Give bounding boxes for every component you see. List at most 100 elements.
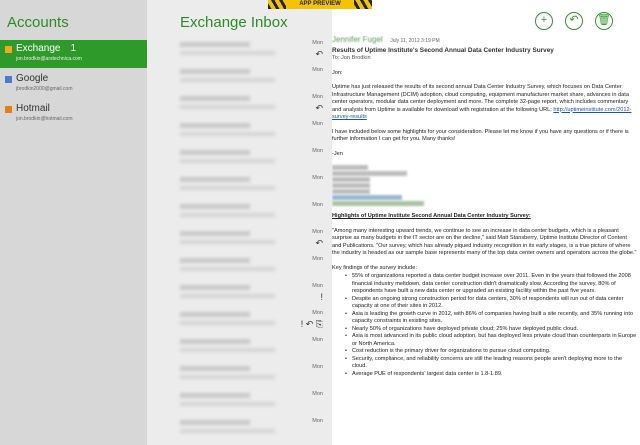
greeting: Jon: — [332, 69, 343, 76]
message-row[interactable]: Mon — [147, 389, 332, 417]
account-name: Google — [16, 73, 49, 84]
signature-block — [332, 165, 637, 206]
respond-icon: ↶ — [569, 14, 579, 26]
message-status-icon: ↶ — [315, 103, 323, 113]
new-icon: + — [540, 14, 548, 26]
highlights-title: Highlights of Uptime Institute Second An… — [332, 213, 531, 219]
message-sender-blurred — [180, 258, 250, 263]
message-status-icon: ! — [320, 292, 323, 302]
message-status-icon: ↶ — [315, 49, 323, 59]
message-row[interactable]: Mon ↶ — [147, 227, 332, 255]
message-row[interactable]: Mon ! ↶ ⎘ — [147, 308, 332, 336]
unread-count: 1 — [70, 43, 77, 54]
message-row[interactable]: Mon — [147, 362, 332, 390]
message-date: Mon — [312, 391, 323, 397]
findings-list: 55% of organizations reported a data cen… — [332, 273, 637, 378]
message-sender-blurred — [180, 150, 250, 155]
message-subject-blurred — [180, 267, 275, 271]
message-row[interactable]: Mon! — [147, 281, 332, 309]
message-list-pane: Exchange Inbox Mon ↶ Mon Mon ↶ Mon Mon Mon Mon Mo… — [147, 0, 332, 445]
list-item: Cost reduction is the primary driver for… — [332, 348, 637, 356]
message-date: Mon — [312, 310, 323, 316]
message-date: Mon — [312, 229, 323, 235]
message-row[interactable]: Mon ↶ — [147, 38, 332, 66]
message-status-icon: ↶ — [315, 238, 323, 248]
message-status-icon: ! ↶ ⎘ — [300, 319, 323, 329]
list-item: Security, compliance, and reliability co… — [332, 356, 637, 371]
email-subject: Results of Uptime Institute's Second Ann… — [332, 46, 554, 54]
message-row[interactable]: Mon ↶ — [147, 92, 332, 120]
account-exchange[interactable]: Exchange 1 jon.brodkin@arstechnica.com — [0, 40, 147, 68]
message-subject-blurred — [180, 402, 275, 406]
hotmail-icon — [5, 106, 12, 113]
message-row[interactable]: Mon — [147, 335, 332, 363]
list-item: Asia is most advanced in its public clou… — [332, 333, 637, 348]
message-subject-blurred — [180, 186, 275, 190]
message-subject-blurred — [180, 321, 275, 325]
message-date: Mon — [312, 202, 323, 208]
message-row[interactable]: Mon — [147, 146, 332, 174]
account-google[interactable]: Google jbrodkin2000@gmail.com — [0, 70, 147, 98]
message-row[interactable]: Mon — [147, 416, 332, 444]
list-item: Nearly 50% of organizations have deploye… — [332, 326, 637, 334]
message-date: Mon — [312, 283, 323, 289]
body-paragraph-1: Uptime has just released the results of … — [332, 84, 637, 122]
account-address: jbrodkin2000@gmail.com — [16, 86, 73, 92]
message-sender-blurred — [180, 366, 250, 371]
message-row[interactable]: Mon — [147, 254, 332, 282]
message-date: Mon — [312, 418, 323, 424]
list-item: 55% of organizations reported a data cen… — [332, 273, 637, 296]
account-name: Hotmail — [16, 103, 50, 114]
message-subject-blurred — [180, 159, 275, 163]
message-sender-blurred — [180, 312, 250, 317]
message-subject-blurred — [180, 78, 275, 82]
message-subject-blurred — [180, 429, 275, 433]
reading-pane: Jennifer Fugel July 11, 2012 3:19 PM Res… — [332, 36, 637, 445]
message-sender-blurred — [180, 204, 250, 209]
message-subject-blurred — [180, 132, 275, 136]
respond-button[interactable]: ↶ — [565, 12, 583, 30]
message-sender-blurred — [180, 177, 250, 182]
message-subject-blurred — [180, 294, 275, 298]
message-sender-blurred — [180, 393, 250, 398]
message-sender-blurred — [180, 231, 250, 236]
account-address: jon.brodkin@hotmail.com — [16, 116, 73, 122]
delete-icon: 🗑 — [597, 14, 611, 26]
message-date: Mon — [312, 337, 323, 343]
new-message-button[interactable]: + — [535, 12, 553, 30]
message-subject-blurred — [180, 213, 275, 217]
message-date: Mon — [312, 94, 323, 100]
message-sender-blurred — [180, 285, 250, 290]
message-date: Mon — [312, 40, 323, 46]
sent-time: July 11, 2012 3:19 PM — [390, 38, 440, 44]
quote-paragraph: "Among many interesting upward trends, w… — [332, 227, 637, 257]
account-hotmail[interactable]: Hotmail jon.brodkin@hotmail.com — [0, 100, 147, 128]
accounts-pane: Accounts Exchange 1 jon.brodkin@arstechni… — [0, 0, 147, 445]
message-date: Mon — [312, 148, 323, 154]
list-item: Despite an ongoing strong construction p… — [332, 296, 637, 311]
message-subject-blurred — [180, 240, 275, 244]
google-icon — [5, 76, 12, 83]
message-row[interactable]: Mon — [147, 173, 332, 201]
message-row[interactable]: Mon — [147, 65, 332, 93]
sender-name[interactable]: Jennifer Fugel — [332, 36, 383, 44]
message-date: Mon — [312, 256, 323, 262]
email-recipient: To: Jon Brodkin — [332, 55, 371, 61]
message-row[interactable]: Mon — [147, 119, 332, 147]
list-item: Asia is leading the growth curve in 2012… — [332, 311, 637, 326]
message-sender-blurred — [180, 123, 250, 128]
message-subject-blurred — [180, 375, 275, 379]
message-row[interactable]: Mon — [147, 200, 332, 228]
message-sender-blurred — [180, 339, 250, 344]
inbox-title: Exchange Inbox — [180, 14, 288, 31]
delete-button[interactable]: 🗑 — [595, 12, 613, 30]
message-date: Mon — [312, 175, 323, 181]
app-preview-banner: APP PREVIEW — [268, 0, 372, 9]
signoff: -Jen — [332, 150, 343, 157]
message-subject-blurred — [180, 105, 275, 109]
message-date: Mon — [312, 67, 323, 73]
account-name: Exchange — [16, 43, 61, 54]
exchange-icon — [5, 46, 12, 53]
message-date: Mon — [312, 364, 323, 370]
message-date: Mon — [312, 121, 323, 127]
